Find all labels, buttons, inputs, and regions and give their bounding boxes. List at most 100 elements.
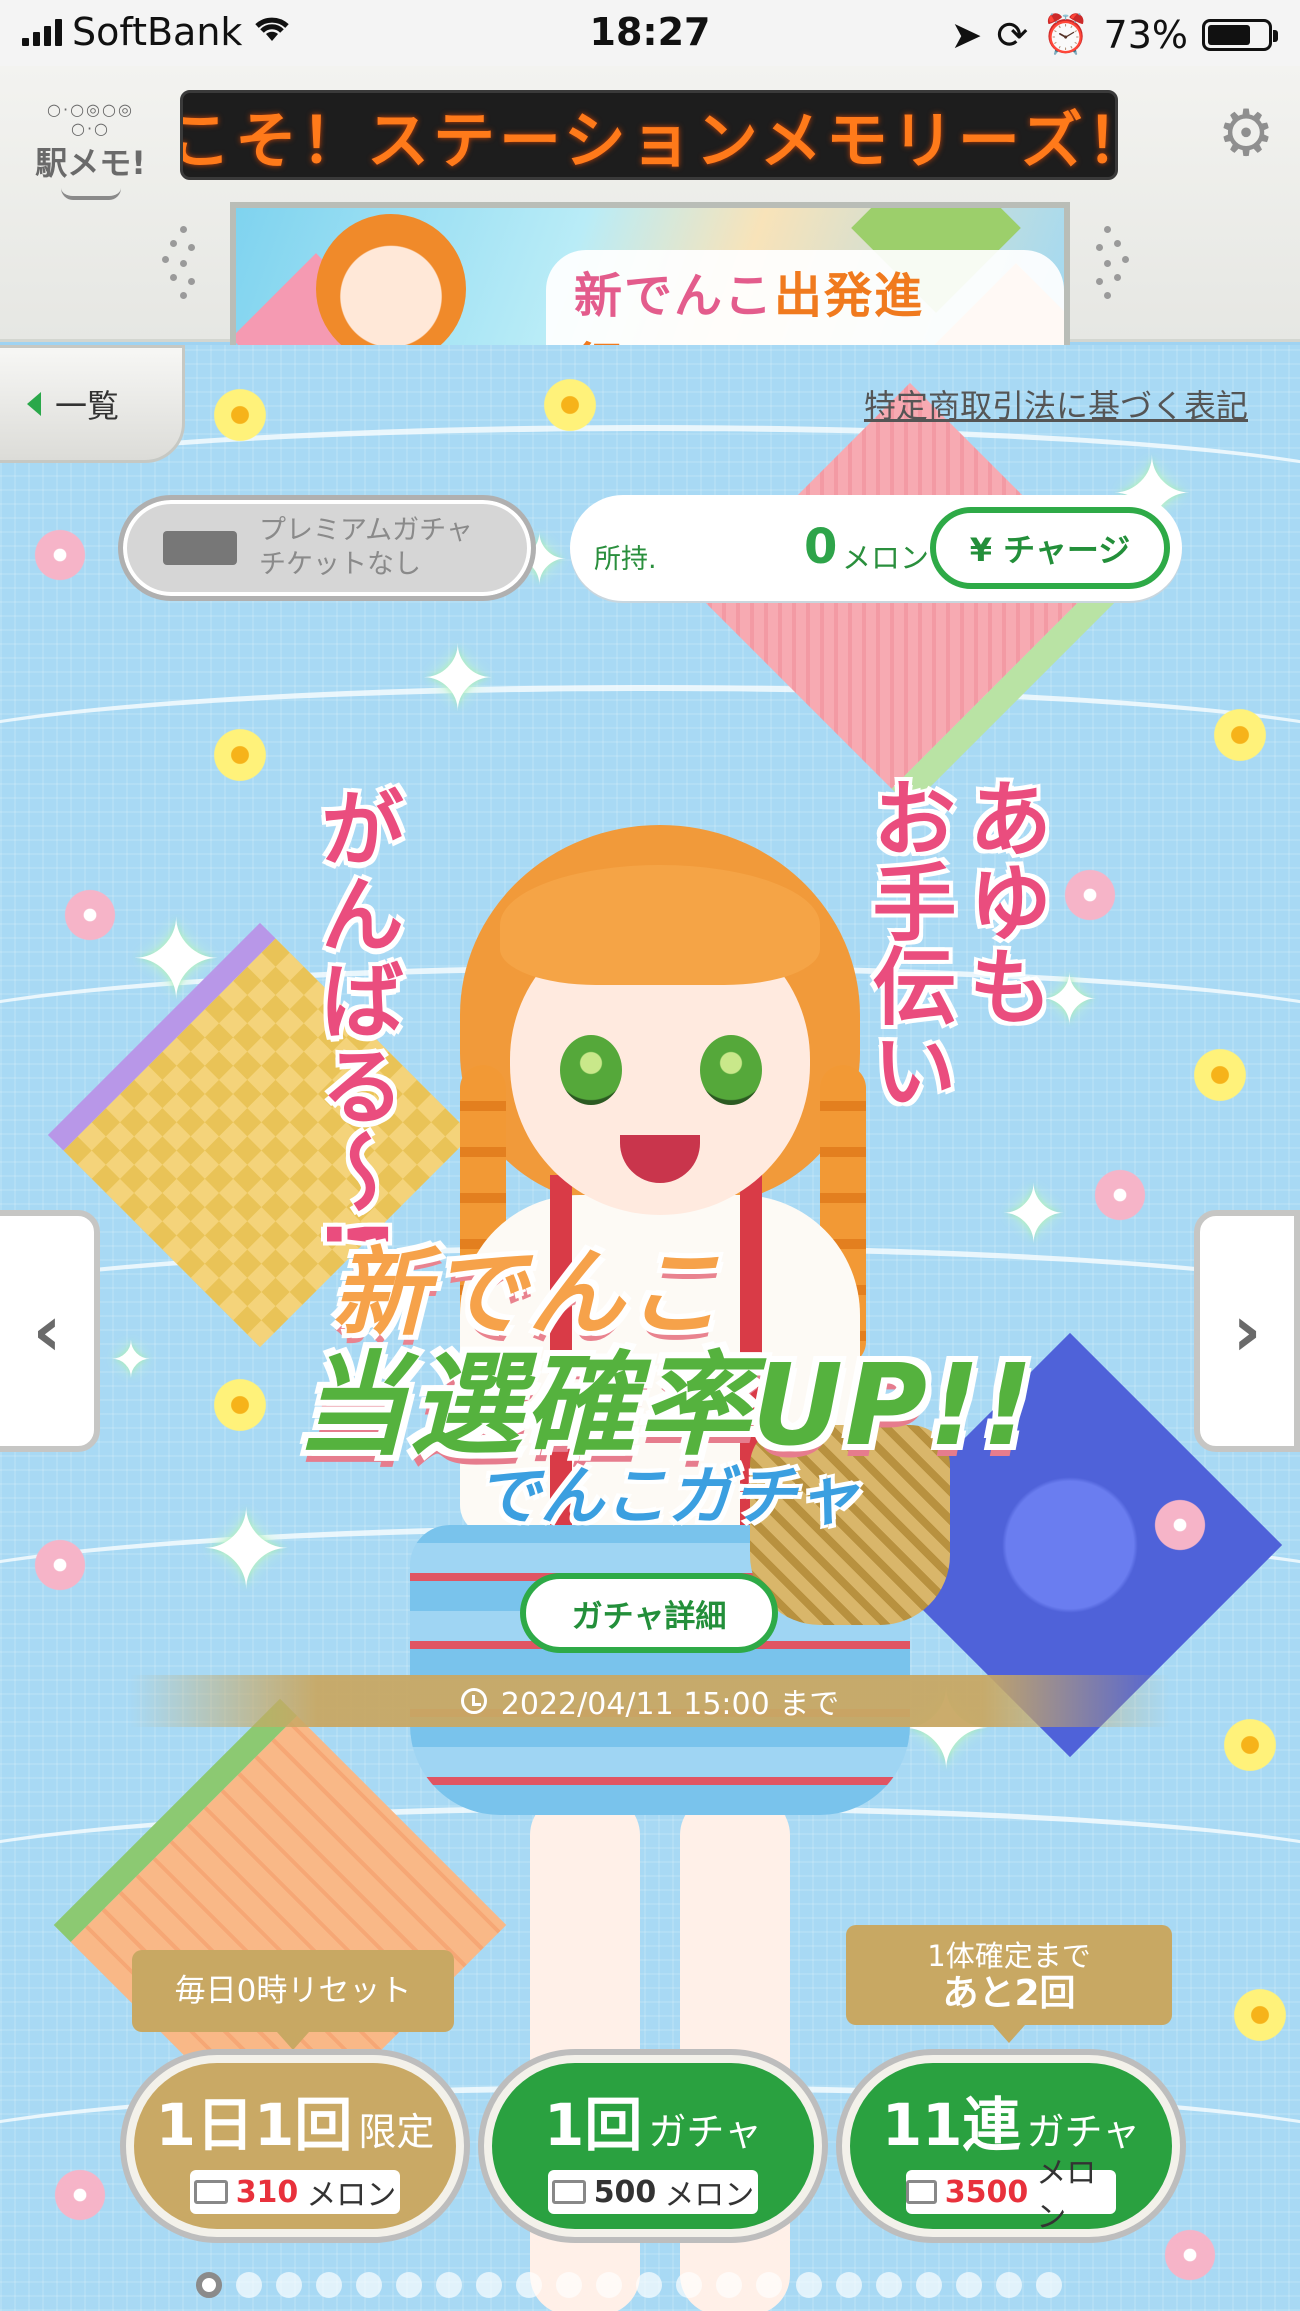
melon-amount: 0 <box>804 519 838 575</box>
single-gacha-price: 500 メロン <box>548 2170 758 2214</box>
gacha-title-line3: でんこガチャ <box>476 1460 860 1534</box>
period-text: 2022/04/11 15:00 まで <box>500 1687 840 1722</box>
next-gacha-button[interactable]: › <box>1194 1210 1300 1452</box>
guarantee-tag: 1体確定まで あと2回 <box>846 1925 1172 2043</box>
price-value: 310 <box>235 2174 299 2210</box>
price-unit: メロン <box>664 2178 755 2213</box>
flower-decoration <box>1230 1985 1290 2045</box>
flower-decoration <box>210 725 270 785</box>
page-dot[interactable] <box>476 2272 502 2298</box>
ticket-line2: チケットなし <box>259 549 421 580</box>
daily-gacha-count: 1日1回 <box>155 2091 353 2159</box>
character-eye-left <box>560 1035 622 1105</box>
page-dot[interactable] <box>436 2272 462 2298</box>
page-dot[interactable] <box>676 2272 702 2298</box>
page-dot[interactable] <box>196 2272 222 2298</box>
guarantee-line2: あと2回 <box>942 1973 1076 2014</box>
ticket-icon <box>163 531 237 565</box>
daily-gacha-button[interactable]: 1日1回 限定 310 メロン <box>126 2055 464 2237</box>
price-value: 3500 <box>944 2174 1029 2210</box>
page-dot[interactable] <box>956 2272 982 2298</box>
speaker-left <box>160 226 210 306</box>
flower-decoration <box>210 385 270 445</box>
flower-decoration <box>210 1375 270 1435</box>
page-dot[interactable] <box>596 2272 622 2298</box>
gacha-detail-button[interactable]: ガチャ詳細 <box>520 1573 778 1653</box>
owned-label: 所持. <box>594 544 657 575</box>
page-dot[interactable] <box>236 2272 262 2298</box>
eleven-gacha-price: 3500 メロン <box>906 2156 1116 2235</box>
logo-text: 駅メモ! <box>35 144 146 182</box>
flower-decoration <box>30 525 90 585</box>
character-eye-right <box>700 1035 762 1105</box>
guarantee-line1: 1体確定まで <box>927 1939 1091 1973</box>
legal-notice-link[interactable]: 特定商取引法に基づく表記 <box>864 381 1248 427</box>
banner-text-1: 新でんこ <box>574 268 775 324</box>
clock-icon <box>460 1688 487 1714</box>
daily-gacha-label: 1日1回 限定 <box>156 2078 435 2162</box>
back-label: 一覧 <box>55 387 120 425</box>
rotation-lock-icon: ⟳ <box>996 12 1029 57</box>
page-dot[interactable] <box>836 2272 862 2298</box>
page-dot[interactable] <box>916 2272 942 2298</box>
page-dot[interactable] <box>996 2272 1022 2298</box>
sparkle-decoration: ✦ <box>200 1486 293 1614</box>
flower-decoration <box>1190 1045 1250 1105</box>
flower-decoration <box>1220 1715 1280 1775</box>
page-dot[interactable] <box>716 2272 742 2298</box>
flower-decoration <box>50 2165 110 2225</box>
location-icon: ➤ <box>950 12 983 57</box>
speech-left: がんばる〜! <box>307 785 405 1256</box>
news-ticker[interactable]: こそ！ステーションメモリーズ！( <box>180 90 1118 180</box>
app-header: ○·○◎○◎ ○·○ 駅メモ! こそ！ステーションメモリーズ！( ⚙ 新でんこ出… <box>0 66 1300 370</box>
gear-icon[interactable]: ⚙ <box>1214 102 1278 166</box>
page-dot[interactable] <box>516 2272 542 2298</box>
premium-ticket-status[interactable]: プレミアムガチャ チケットなし <box>118 495 536 601</box>
app-logo[interactable]: ○·○◎○◎ ○·○ 駅メモ! <box>28 100 153 200</box>
single-gacha-suffix: ガチャ <box>648 2110 762 2154</box>
flower-decoration <box>1060 865 1120 925</box>
alarm-icon: ⏰ <box>1042 12 1090 56</box>
page-dot[interactable] <box>876 2272 902 2298</box>
flower-decoration <box>1150 1495 1210 1555</box>
flower-decoration <box>540 375 600 435</box>
sparkle-decoration: ✦ <box>130 896 223 1024</box>
battery-percent: 73% <box>1103 12 1188 57</box>
gacha-period: 2022/04/11 15:00 まで <box>130 1675 1170 1727</box>
flower-decoration <box>30 1535 90 1595</box>
page-dot[interactable] <box>276 2272 302 2298</box>
page-dot[interactable] <box>316 2272 342 2298</box>
page-dot[interactable] <box>756 2272 782 2298</box>
eleven-gacha-button[interactable]: 11連 ガチャ 3500 メロン <box>842 2055 1180 2237</box>
chevron-left-icon: ‹ <box>32 1290 62 1372</box>
eleven-gacha-count: 11連 <box>881 2091 1021 2159</box>
prev-gacha-button[interactable]: ‹ <box>0 1210 100 1452</box>
single-gacha-label: 1回 ガチャ <box>544 2078 762 2162</box>
daily-gacha-suffix: 限定 <box>358 2110 435 2154</box>
sparkle-decoration: ✦ <box>110 1331 152 1389</box>
page-dot[interactable] <box>796 2272 822 2298</box>
page-dot[interactable] <box>556 2272 582 2298</box>
speech-right: あゆも お手伝い <box>859 775 1053 1111</box>
back-to-list-button[interactable]: 一覧 <box>0 345 185 463</box>
sparkle-decoration: ✦ <box>420 627 496 732</box>
card-icon <box>193 2180 228 2204</box>
gacha-screen: ✦ ✦ ✦ ✦ ✦ ✦ ✦ ✦ ✦ がんばる〜! あゆも お手伝い 新でんこ 当… <box>0 345 1300 2311</box>
ticket-line1: プレミアムガチャ <box>259 515 473 546</box>
flower-decoration <box>1160 2225 1220 2285</box>
page-indicator <box>196 2272 1062 2298</box>
page-dot[interactable] <box>1036 2272 1062 2298</box>
sparkle-decoration: ✦ <box>1000 1168 1068 1261</box>
status-bar: SoftBank 18:27 ➤ ⟳ ⏰ 73% <box>0 0 1300 66</box>
price-unit: メロン <box>306 2178 397 2213</box>
page-dot[interactable] <box>396 2272 422 2298</box>
card-icon <box>906 2180 937 2204</box>
ticket-text: プレミアムガチャ チケットなし <box>259 514 473 582</box>
single-gacha-button[interactable]: 1回 ガチャ 500 メロン <box>484 2055 822 2237</box>
flower-decoration <box>1210 705 1270 765</box>
charge-button[interactable]: ¥ チャージ <box>930 507 1170 589</box>
melon-unit: メロン <box>842 541 930 575</box>
page-dot[interactable] <box>356 2272 382 2298</box>
page-dot[interactable] <box>636 2272 662 2298</box>
logo-base <box>60 188 121 200</box>
